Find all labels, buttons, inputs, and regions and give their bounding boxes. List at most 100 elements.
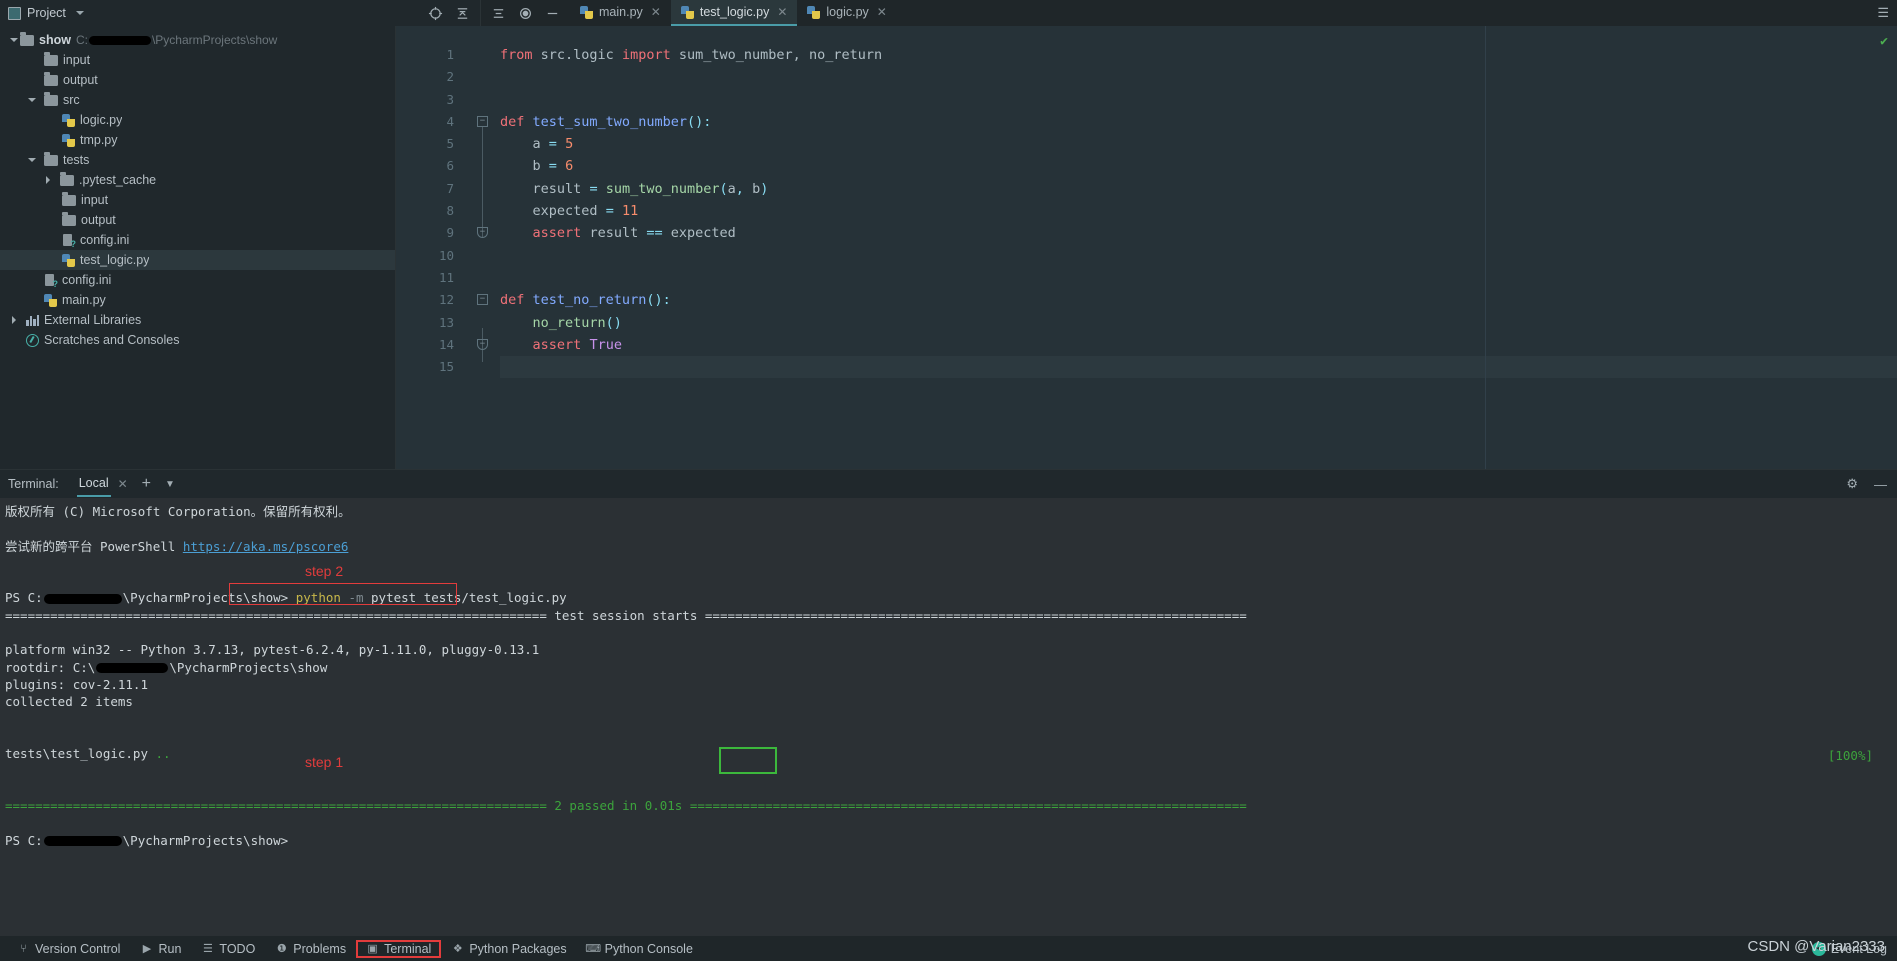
chevron-down-icon[interactable] bbox=[26, 98, 38, 102]
pscore-link[interactable]: https://aka.ms/pscore6 bbox=[183, 539, 349, 554]
code-folding-bar[interactable]: − − − − bbox=[462, 26, 494, 469]
gear-icon[interactable]: ⚙ bbox=[1846, 476, 1858, 492]
terminal-header: Terminal: Local ✕ + ▼ ⚙ ― bbox=[0, 470, 1897, 498]
python-file-icon bbox=[580, 5, 593, 19]
fold-toggle-icon[interactable]: − bbox=[477, 115, 488, 127]
tree-item-label: src bbox=[63, 93, 80, 107]
tree-item-external-libraries[interactable]: External Libraries bbox=[0, 310, 395, 330]
chevron-right-icon[interactable] bbox=[8, 316, 20, 324]
python-file-icon bbox=[44, 293, 57, 307]
terminal-tab-local[interactable]: Local bbox=[76, 472, 111, 497]
terminal-line-pscore: 尝试新的跨平台 PowerShell https://aka.ms/pscore… bbox=[5, 538, 349, 554]
code-line-8: expected = 11 bbox=[532, 203, 639, 220]
line-number-gutter: 1 2 3 4 5 6 7 8 9 10 11 12 13 14 15 bbox=[396, 26, 492, 469]
folder-icon bbox=[44, 52, 58, 66]
terminal-title: Terminal: bbox=[8, 477, 59, 491]
line-number: 9 bbox=[446, 225, 454, 241]
fold-end-icon[interactable]: − bbox=[477, 227, 488, 239]
terminal-progress-percent: [100%] bbox=[1827, 748, 1873, 763]
tree-item-logic-py[interactable]: logic.py bbox=[0, 110, 395, 130]
project-tree: show C: \PycharmProjects\show input outpu… bbox=[0, 26, 396, 469]
code-line-5: a = 5 bbox=[532, 136, 574, 153]
fold-end-icon[interactable]: − bbox=[477, 338, 488, 350]
editor-tab-logic-py[interactable]: logic.py ✕ bbox=[797, 0, 896, 26]
terminal-output[interactable]: 版权所有 (C) Microsoft Corporation。保留所有权利。 尝… bbox=[0, 498, 1897, 936]
annotation-step-2: step 2 bbox=[305, 563, 344, 579]
ini-file-icon bbox=[44, 273, 58, 289]
tree-item-scratches-consoles[interactable]: Scratches and Consoles bbox=[0, 330, 395, 350]
editor-scrollbar[interactable] bbox=[1883, 26, 1897, 469]
status-item-label: Python Packages bbox=[469, 941, 567, 956]
collapse-all-icon[interactable] bbox=[455, 6, 470, 21]
terminal-panel: Terminal: Local ✕ + ▼ ⚙ ― 版权所有 (C) Micro… bbox=[0, 469, 1897, 936]
settings-icon[interactable] bbox=[518, 6, 533, 21]
folder-icon bbox=[62, 212, 76, 226]
pycharm-window: Project main.py ✕ test_logic.py ✕ logic.… bbox=[0, 0, 1897, 961]
terminal-line-summary: ========================================… bbox=[5, 798, 1247, 814]
code-line-1: from src.logic import sum_two_number, no… bbox=[500, 47, 883, 63]
right-margin-guide bbox=[1485, 26, 1486, 469]
tree-item-input[interactable]: input bbox=[0, 50, 395, 70]
fold-toggle-icon[interactable]: − bbox=[477, 294, 488, 306]
status-item-problems[interactable]: ❶ Problems bbox=[265, 940, 356, 958]
minimize-icon[interactable]: ― bbox=[1874, 477, 1887, 492]
status-item-terminal[interactable]: ▣ Terminal bbox=[356, 939, 442, 958]
editor-tab-test-logic-py[interactable]: test_logic.py ✕ bbox=[670, 0, 798, 26]
chevron-down-icon[interactable]: ▼ bbox=[165, 479, 175, 490]
status-item-version-control[interactable]: ⑂ Version Control bbox=[7, 940, 130, 958]
line-number: 11 bbox=[438, 269, 454, 285]
chevron-down-icon[interactable] bbox=[26, 158, 38, 162]
tree-item-pytest-cache[interactable]: .pytest_cache bbox=[0, 170, 395, 190]
tree-item-label: External Libraries bbox=[44, 313, 142, 327]
tree-item-tmp-py[interactable]: tmp.py bbox=[0, 130, 395, 150]
tree-item-tests[interactable]: tests bbox=[0, 150, 395, 170]
close-icon[interactable]: ✕ bbox=[777, 5, 787, 19]
tree-item-tests-input[interactable]: input bbox=[0, 190, 395, 210]
line-number: 8 bbox=[446, 203, 454, 219]
status-item-todo[interactable]: ☰ TODO bbox=[191, 940, 265, 958]
terminal-prompt-line: PS C: \PycharmProjects\show> bbox=[5, 832, 289, 848]
menu-icon[interactable]: ☰ bbox=[1877, 5, 1889, 21]
tree-item-output[interactable]: output bbox=[0, 70, 395, 90]
code-area[interactable]: 1 2 3 4 5 6 7 8 9 10 11 12 13 14 15 − − … bbox=[396, 26, 1897, 469]
chevron-down-icon[interactable] bbox=[75, 11, 84, 15]
code-line-6: b = 6 bbox=[532, 158, 574, 175]
tree-item-tests-config-ini[interactable]: config.ini bbox=[0, 230, 395, 250]
tree-item-src[interactable]: src bbox=[0, 90, 395, 110]
tree-item-test-logic-py[interactable]: test_logic.py bbox=[0, 250, 395, 270]
chevron-right-icon[interactable] bbox=[42, 176, 54, 184]
tree-item-main-py[interactable]: main.py bbox=[0, 290, 395, 310]
tree-item-label: tmp.py bbox=[80, 133, 118, 147]
tree-item-config-ini[interactable]: config.ini bbox=[0, 270, 395, 290]
expand-icon[interactable] bbox=[491, 6, 506, 21]
add-terminal-icon[interactable]: + bbox=[142, 475, 151, 493]
folder-icon bbox=[62, 192, 76, 206]
code-line-4: def test_sum_two_number(): bbox=[500, 113, 712, 130]
tree-item-show[interactable]: show C: \PycharmProjects\show bbox=[0, 30, 395, 50]
play-icon: ▶ bbox=[142, 943, 152, 955]
code-text[interactable]: from src.logic import sum_two_number, no… bbox=[494, 26, 1897, 469]
status-item-python-console[interactable]: ⌨ Python Console bbox=[577, 940, 703, 958]
python-file-icon bbox=[62, 133, 75, 147]
close-icon[interactable]: ✕ bbox=[118, 477, 128, 491]
locate-icon[interactable] bbox=[428, 6, 443, 21]
chevron-down-icon[interactable] bbox=[8, 38, 20, 42]
tree-item-tests-output[interactable]: output bbox=[0, 210, 395, 230]
close-icon[interactable]: ✕ bbox=[651, 5, 661, 19]
status-item-label: Version Control bbox=[35, 941, 121, 956]
main-body: show C: \PycharmProjects\show input outpu… bbox=[0, 26, 1897, 469]
status-item-label: Run bbox=[158, 941, 182, 956]
code-editor[interactable]: 1 2 3 4 5 6 7 8 9 10 11 12 13 14 15 − − … bbox=[396, 26, 1897, 469]
minimize-icon[interactable] bbox=[545, 6, 560, 21]
editor-tab-label: test_logic.py bbox=[699, 5, 770, 19]
status-item-python-packages[interactable]: ❖ Python Packages bbox=[441, 940, 576, 958]
terminal-line-collected: collected 2 items bbox=[5, 694, 133, 710]
status-item-label: Python Console bbox=[604, 941, 693, 956]
python-file-icon bbox=[62, 253, 75, 267]
editor-tab-main-py[interactable]: main.py ✕ bbox=[570, 0, 671, 26]
status-item-run[interactable]: ▶ Run bbox=[130, 940, 191, 958]
close-icon[interactable]: ✕ bbox=[877, 5, 887, 19]
